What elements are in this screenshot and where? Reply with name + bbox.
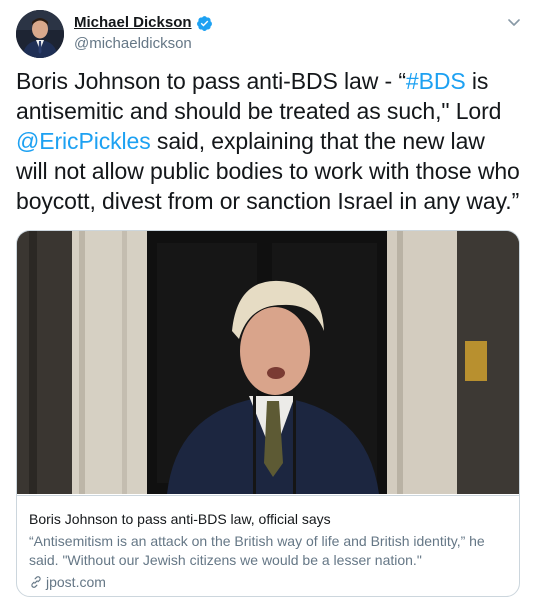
tweet-text: Boris Johnson to pass anti-BDS law - “#B… [16, 66, 522, 216]
mention-link[interactable]: @EricPickles [16, 128, 151, 154]
card-body[interactable]: Boris Johnson to pass anti-BDS law, offi… [17, 495, 519, 591]
link-card[interactable]: Boris Johnson to pass anti-BDS law, offi… [16, 230, 520, 597]
verified-badge-icon [196, 15, 213, 32]
author-name-row: Michael Dickson [74, 14, 213, 32]
avatar[interactable] [16, 10, 64, 58]
author-name[interactable]: Michael Dickson [74, 14, 192, 32]
card-domain: jpost.com [46, 574, 106, 590]
card-description: “Antisemitism is an attack on the Britis… [29, 533, 485, 568]
card-domain-row[interactable]: jpost.com [29, 573, 507, 591]
card-title[interactable]: Boris Johnson to pass anti-BDS law, offi… [29, 510, 507, 528]
tweet: Michael Dickson @michaeldickson Boris Jo… [0, 0, 536, 604]
author-handle[interactable]: @michaeldickson [74, 34, 213, 54]
author-block: Michael Dickson @michaeldickson [74, 14, 213, 54]
chevron-down-icon[interactable] [506, 14, 522, 30]
card-image[interactable] [17, 231, 519, 494]
hashtag-link[interactable]: #BDS [406, 68, 466, 94]
link-icon [31, 576, 41, 588]
tweet-text-part1: Boris Johnson to pass anti-BDS law - “ [16, 68, 406, 94]
